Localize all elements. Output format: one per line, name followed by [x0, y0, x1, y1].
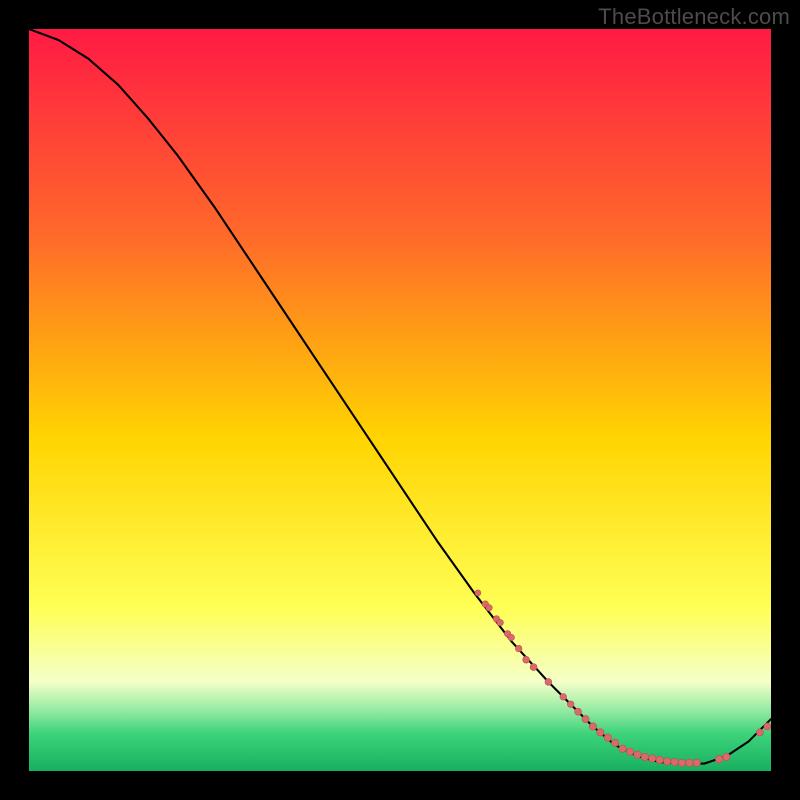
data-marker	[678, 759, 685, 766]
data-marker	[560, 694, 567, 701]
data-marker	[604, 734, 611, 741]
data-marker	[686, 759, 693, 766]
chart-frame: TheBottleneck.com	[0, 0, 800, 800]
data-marker	[715, 755, 722, 762]
data-marker	[611, 739, 618, 746]
data-marker	[530, 664, 537, 671]
gradient-background	[29, 29, 771, 771]
data-marker	[656, 756, 663, 763]
data-marker	[597, 729, 604, 736]
data-marker	[515, 645, 522, 652]
data-marker	[634, 751, 641, 758]
data-marker	[641, 753, 648, 760]
data-marker	[626, 748, 633, 755]
data-marker	[589, 723, 596, 730]
data-marker	[756, 729, 763, 736]
data-marker	[764, 723, 771, 730]
plot-area	[29, 29, 771, 771]
watermark-label: TheBottleneck.com	[598, 4, 790, 30]
data-marker	[693, 759, 700, 766]
data-marker	[508, 634, 514, 640]
data-marker	[486, 605, 492, 611]
data-marker	[663, 758, 670, 765]
data-marker	[649, 755, 656, 762]
chart-svg	[29, 29, 771, 771]
data-marker	[523, 656, 530, 663]
data-marker	[671, 758, 678, 765]
data-marker	[575, 708, 582, 715]
data-marker	[567, 701, 574, 708]
data-marker	[545, 679, 552, 686]
data-marker	[497, 619, 503, 625]
data-marker	[619, 745, 626, 752]
data-marker	[723, 753, 730, 760]
data-marker	[582, 715, 589, 722]
data-marker	[475, 590, 481, 596]
